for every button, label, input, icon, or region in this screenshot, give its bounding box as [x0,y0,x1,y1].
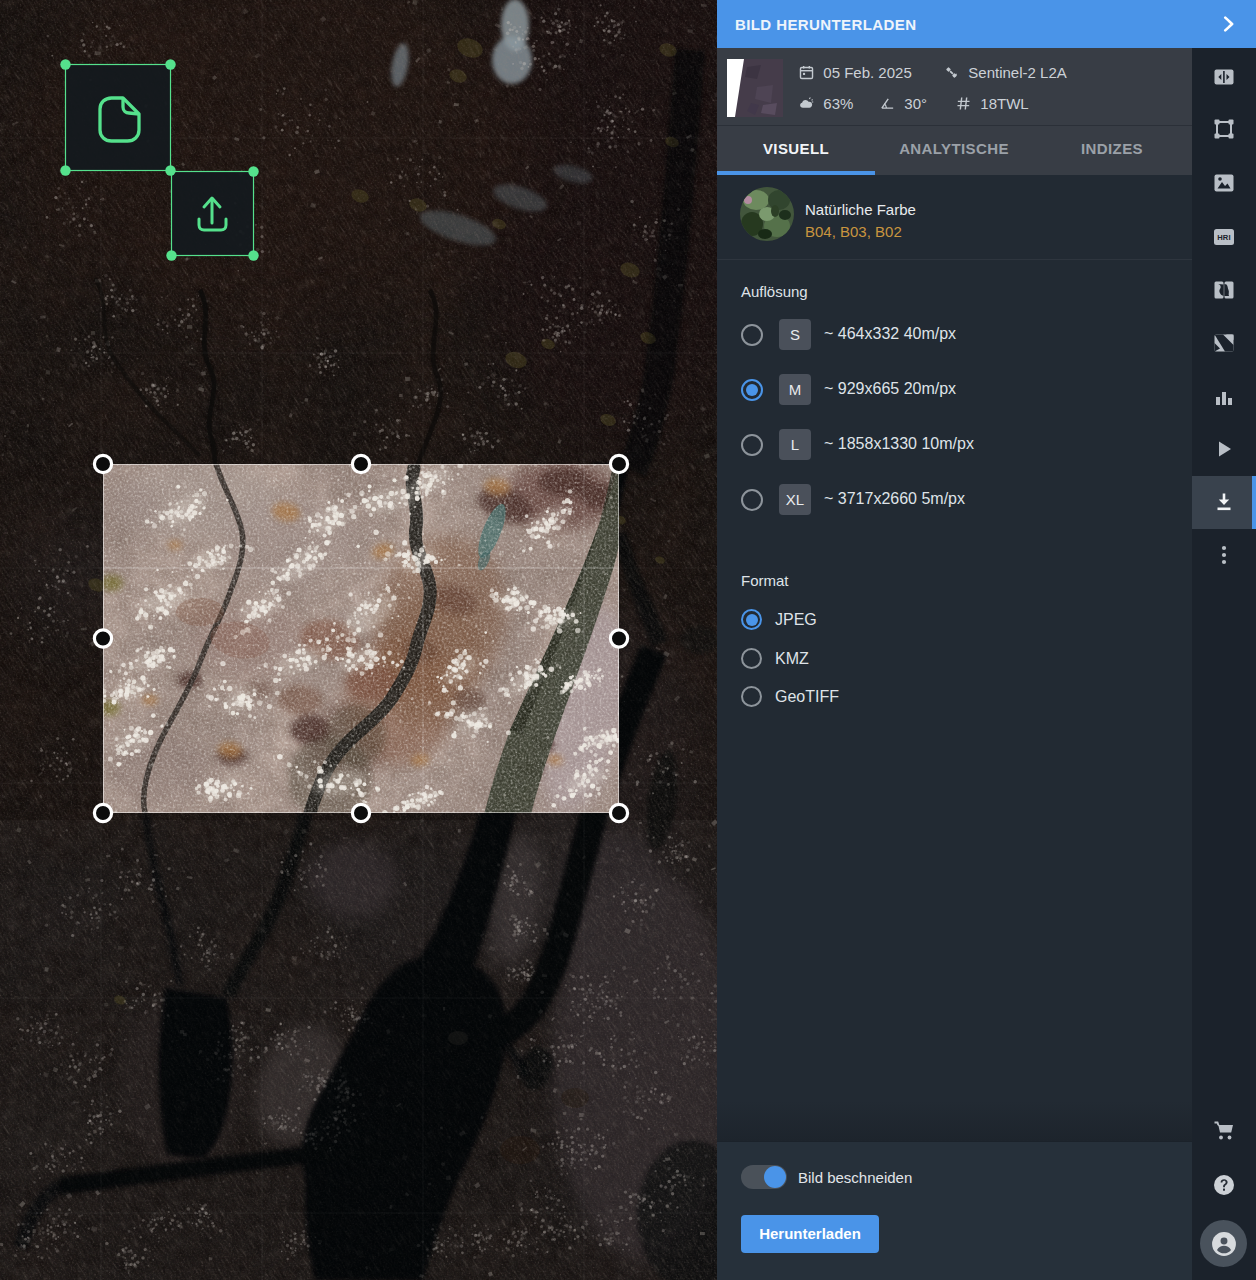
svg-text:HRI: HRI [1217,233,1231,242]
